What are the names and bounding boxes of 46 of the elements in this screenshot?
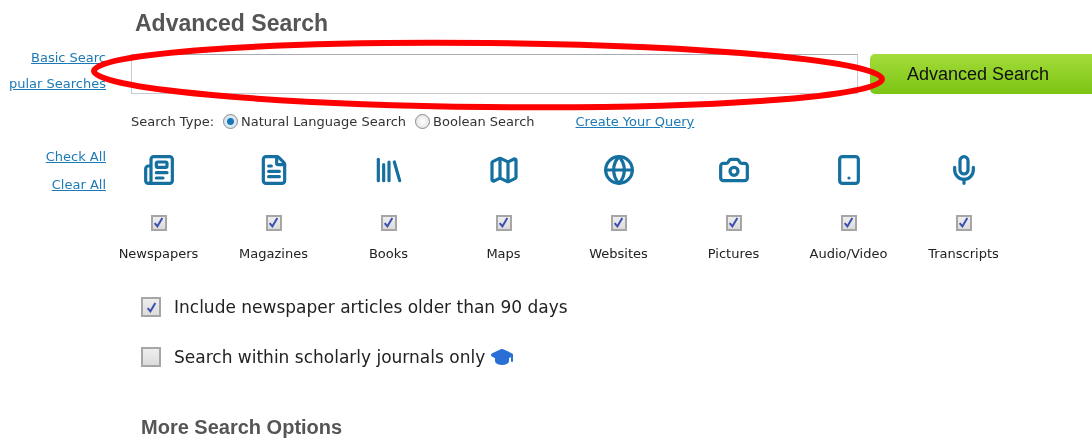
checkbox[interactable] <box>141 297 161 317</box>
category-label: Audio/Video <box>809 246 888 261</box>
page-title: Advanced Search <box>135 9 330 38</box>
category-label: Maps <box>486 246 521 261</box>
select-link[interactable]: Clear All <box>51 176 106 194</box>
category-label: Newspapers <box>118 246 199 261</box>
side-link[interactable]: pular Searches <box>9 75 106 93</box>
checkmark-icon <box>383 217 394 228</box>
checkbox[interactable] <box>610 214 627 231</box>
side-link[interactable]: Basic Searc <box>31 49 106 67</box>
category-label: Books <box>368 246 409 261</box>
section-heading: More Search Options <box>141 415 344 439</box>
checkmark-icon <box>958 217 969 228</box>
category-label: Transcripts <box>928 246 999 261</box>
checkbox[interactable] <box>840 214 857 231</box>
checkbox[interactable] <box>141 347 161 367</box>
globe-icon <box>602 154 635 186</box>
checkbox[interactable] <box>265 214 282 231</box>
checkmark-icon <box>153 217 164 228</box>
category-label: Websites <box>589 246 648 261</box>
checkmark-icon <box>145 301 157 313</box>
radio-label: Boolean Search <box>433 114 535 129</box>
checkbox[interactable] <box>955 214 972 231</box>
select-link[interactable]: Check All <box>45 148 106 166</box>
checkbox[interactable] <box>495 214 512 231</box>
category-label: Pictures <box>707 246 760 261</box>
radio-button[interactable] <box>223 114 239 129</box>
checkmark-icon <box>498 217 509 228</box>
radio-button[interactable] <box>415 114 431 129</box>
newspaper-icon <box>142 154 175 186</box>
checkbox[interactable] <box>380 214 397 231</box>
checkbox[interactable] <box>150 214 167 231</box>
create-query-link[interactable]: Create Your Query <box>575 114 695 129</box>
option-label: Include newspaper articles older than 90 days <box>174 297 568 317</box>
map-icon <box>487 154 520 186</box>
search-field[interactable] <box>131 54 858 94</box>
option-label: Search within scholarly journals only <box>174 347 486 367</box>
checkmark-icon <box>728 217 739 228</box>
advanced-search-button[interactable]: Advanced Search <box>870 54 1092 94</box>
checkmark-icon <box>613 217 624 228</box>
checkbox[interactable] <box>725 214 742 231</box>
radio-label: Natural Language Search <box>241 114 407 129</box>
search-type-label: Search Type: <box>131 114 215 129</box>
category-label: Magazines <box>239 246 308 261</box>
checkmark-icon <box>268 217 279 228</box>
checkmark-icon <box>843 217 854 228</box>
